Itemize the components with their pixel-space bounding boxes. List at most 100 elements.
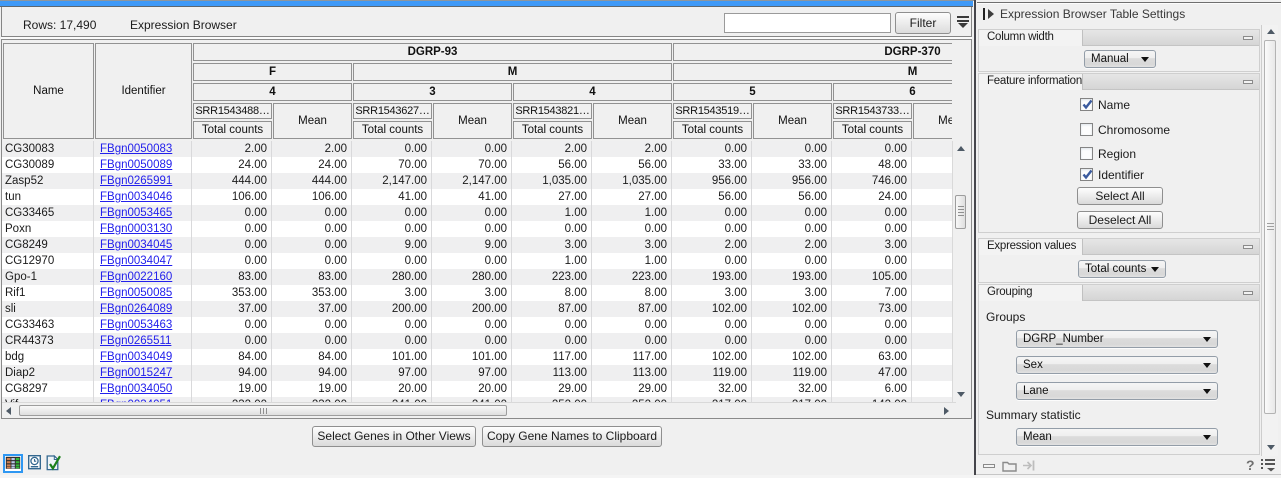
- identifier-link[interactable]: FBgn0050085: [100, 287, 172, 299]
- lane-header-6[interactable]: 6: [833, 83, 952, 101]
- summary-statistic-combo[interactable]: Mean: [1016, 428, 1218, 446]
- table-row[interactable]: CR44373FBgn02655110.000.000.000.000.000.…: [2, 333, 952, 349]
- table-row[interactable]: bdgFBgn003404984.0084.00101.00101.00117.…: [2, 349, 952, 365]
- identifier-link[interactable]: FBgn0050083: [100, 143, 172, 155]
- sample-header[interactable]: SRR1543488…: [193, 103, 272, 119]
- table-row[interactable]: Diap2FBgn001524794.0094.0097.0097.00113.…: [2, 365, 952, 381]
- grouping-combo-dgrp_number[interactable]: DGRP_Number: [1016, 330, 1218, 348]
- horizontal-scrollbar[interactable]: [2, 402, 956, 418]
- column-width-combo[interactable]: Manual: [1084, 50, 1156, 68]
- lane-header-3[interactable]: 3: [353, 83, 512, 101]
- identifier-link[interactable]: FBgn0265511: [100, 335, 171, 347]
- mean-header[interactable]: Mean: [273, 103, 352, 139]
- column-header-identifier[interactable]: Identifier: [95, 43, 192, 139]
- scroll-right-icon[interactable]: [944, 407, 949, 415]
- scroll-up-icon[interactable]: [957, 146, 965, 151]
- collapse-section-icon[interactable]: [1243, 291, 1253, 295]
- table-row[interactable]: PoxnFBgn00031300.000.000.000.000.000.000…: [2, 221, 952, 237]
- collapse-all-icon[interactable]: [983, 464, 995, 468]
- mean-header[interactable]: Mean: [593, 103, 672, 139]
- identifier-link[interactable]: FBgn0264089: [100, 303, 172, 315]
- total-counts-header[interactable]: Total counts: [833, 121, 912, 139]
- table-row[interactable]: CG8297FBgn003405019.0019.0020.0020.0029.…: [2, 381, 952, 397]
- identifier-link[interactable]: FBgn0015247: [100, 367, 172, 379]
- vertical-scrollbar[interactable]: [952, 141, 968, 402]
- checkbox-chromosome[interactable]: [1080, 123, 1093, 136]
- scroll-up-icon[interactable]: [1267, 29, 1275, 34]
- table-row[interactable]: tunFBgn0034046106.00106.0041.0041.0027.0…: [2, 189, 952, 205]
- expression-values-combo[interactable]: Total counts: [1078, 260, 1166, 278]
- sex-header-m[interactable]: M: [673, 63, 952, 81]
- sample-header[interactable]: SRR1543821…: [513, 103, 592, 119]
- help-icon[interactable]: ?: [1246, 457, 1255, 473]
- total-counts-header[interactable]: Total counts: [673, 121, 752, 139]
- lane-header-5[interactable]: 5: [673, 83, 832, 101]
- table-row[interactable]: CG12970FBgn00340470.000.000.000.001.001.…: [2, 253, 952, 269]
- collapse-panel-icon[interactable]: [983, 8, 985, 20]
- side-panel-menu-icon[interactable]: [1260, 458, 1276, 475]
- advanced-filter-icon[interactable]: [956, 16, 970, 28]
- identifier-link[interactable]: FBgn0034045: [100, 239, 172, 251]
- grouping-combo-sex[interactable]: Sex: [1016, 356, 1218, 374]
- mean-header[interactable]: Mean: [753, 103, 832, 139]
- group-header-dgrp-93[interactable]: DGRP-93: [193, 43, 672, 61]
- table-row[interactable]: sliFBgn026408937.0037.00200.00200.0087.0…: [2, 301, 952, 317]
- identifier-link[interactable]: FBgn0034050: [100, 383, 172, 395]
- mean-header[interactable]: Mean: [433, 103, 512, 139]
- sample-header[interactable]: SRR1543627…: [353, 103, 432, 119]
- checkbox-region[interactable]: [1080, 147, 1093, 160]
- scroll-down-icon[interactable]: [1267, 445, 1275, 450]
- collapse-section-icon[interactable]: [1243, 80, 1253, 84]
- table-row[interactable]: CG33465FBgn00534650.000.000.000.001.001.…: [2, 205, 952, 221]
- filter-button[interactable]: Filter: [895, 12, 951, 34]
- sample-header[interactable]: SRR1543519…: [673, 103, 752, 119]
- side-panel-scroll-thumb[interactable]: [1264, 40, 1276, 414]
- scroll-left-icon[interactable]: [6, 407, 11, 415]
- identifier-link[interactable]: FBgn0034047: [100, 255, 172, 267]
- lane-header-4[interactable]: 4: [513, 83, 672, 101]
- grouping-combo-lane[interactable]: Lane: [1016, 382, 1218, 400]
- element-info-view-icon[interactable]: [46, 454, 62, 474]
- total-counts-header[interactable]: Total counts: [513, 121, 592, 139]
- total-counts-header[interactable]: Total counts: [353, 121, 432, 139]
- table-row[interactable]: CG30083FBgn00500832.002.000.000.002.002.…: [2, 141, 952, 157]
- group-header-dgrp-370[interactable]: DGRP-370: [673, 43, 952, 61]
- copy-gene-names-button[interactable]: Copy Gene Names to Clipboard: [482, 426, 662, 447]
- table-row[interactable]: Zasp52FBgn0265991444.00444.002,147.002,1…: [2, 173, 952, 189]
- table-view-icon[interactable]: [3, 454, 23, 473]
- column-header-name[interactable]: Name: [3, 43, 94, 139]
- section-feature-information-header[interactable]: Feature information: [979, 74, 1259, 90]
- identifier-link[interactable]: FBgn0003130: [100, 223, 172, 235]
- side-panel-scrollbar[interactable]: [1261, 25, 1278, 456]
- horizontal-scroll-thumb[interactable]: [19, 405, 507, 416]
- table-row[interactable]: CG30089FBgn005008924.0024.0070.0070.0056…: [2, 157, 952, 173]
- section-expression-values-header[interactable]: Expression values: [979, 239, 1259, 255]
- lane-header-4[interactable]: 4: [193, 83, 352, 101]
- section-grouping-header[interactable]: Grouping: [979, 285, 1259, 301]
- total-counts-header[interactable]: Total counts: [193, 121, 272, 139]
- identifier-link[interactable]: FBgn0053463: [100, 319, 172, 331]
- select-genes-button[interactable]: Select Genes in Other Views: [312, 426, 476, 447]
- apply-to-other-views-icon[interactable]: [1022, 459, 1036, 475]
- identifier-link[interactable]: FBgn0034049: [100, 351, 172, 363]
- sex-header-m[interactable]: M: [353, 63, 672, 81]
- folder-icon[interactable]: [1002, 459, 1017, 475]
- checkbox-identifier[interactable]: [1080, 168, 1093, 181]
- section-column-width-header[interactable]: Column width: [979, 30, 1259, 46]
- table-row[interactable]: CG33463FBgn00534630.000.000.000.000.000.…: [2, 317, 952, 333]
- collapse-section-icon[interactable]: [1243, 36, 1253, 40]
- sex-header-f[interactable]: F: [193, 63, 352, 81]
- history-view-icon[interactable]: [28, 455, 41, 473]
- identifier-link[interactable]: FBgn0034046: [100, 191, 172, 203]
- identifier-link[interactable]: FBgn0053465: [100, 207, 172, 219]
- sample-header[interactable]: SRR1543733…: [833, 103, 912, 119]
- mean-header[interactable]: Mean: [913, 103, 952, 139]
- identifier-link[interactable]: FBgn0050089: [100, 159, 172, 171]
- table-row[interactable]: CG8249FBgn00340450.000.009.009.003.003.0…: [2, 237, 952, 253]
- table-row[interactable]: Rif1FBgn0050085353.00353.003.003.008.008…: [2, 285, 952, 301]
- identifier-link[interactable]: FBgn0265991: [100, 175, 172, 187]
- table-row[interactable]: Gpo-1FBgn002216083.0083.00280.00280.0022…: [2, 269, 952, 285]
- checkbox-name[interactable]: [1080, 98, 1093, 111]
- collapse-section-icon[interactable]: [1243, 245, 1253, 249]
- deselect-all-button[interactable]: Deselect All: [1077, 211, 1163, 229]
